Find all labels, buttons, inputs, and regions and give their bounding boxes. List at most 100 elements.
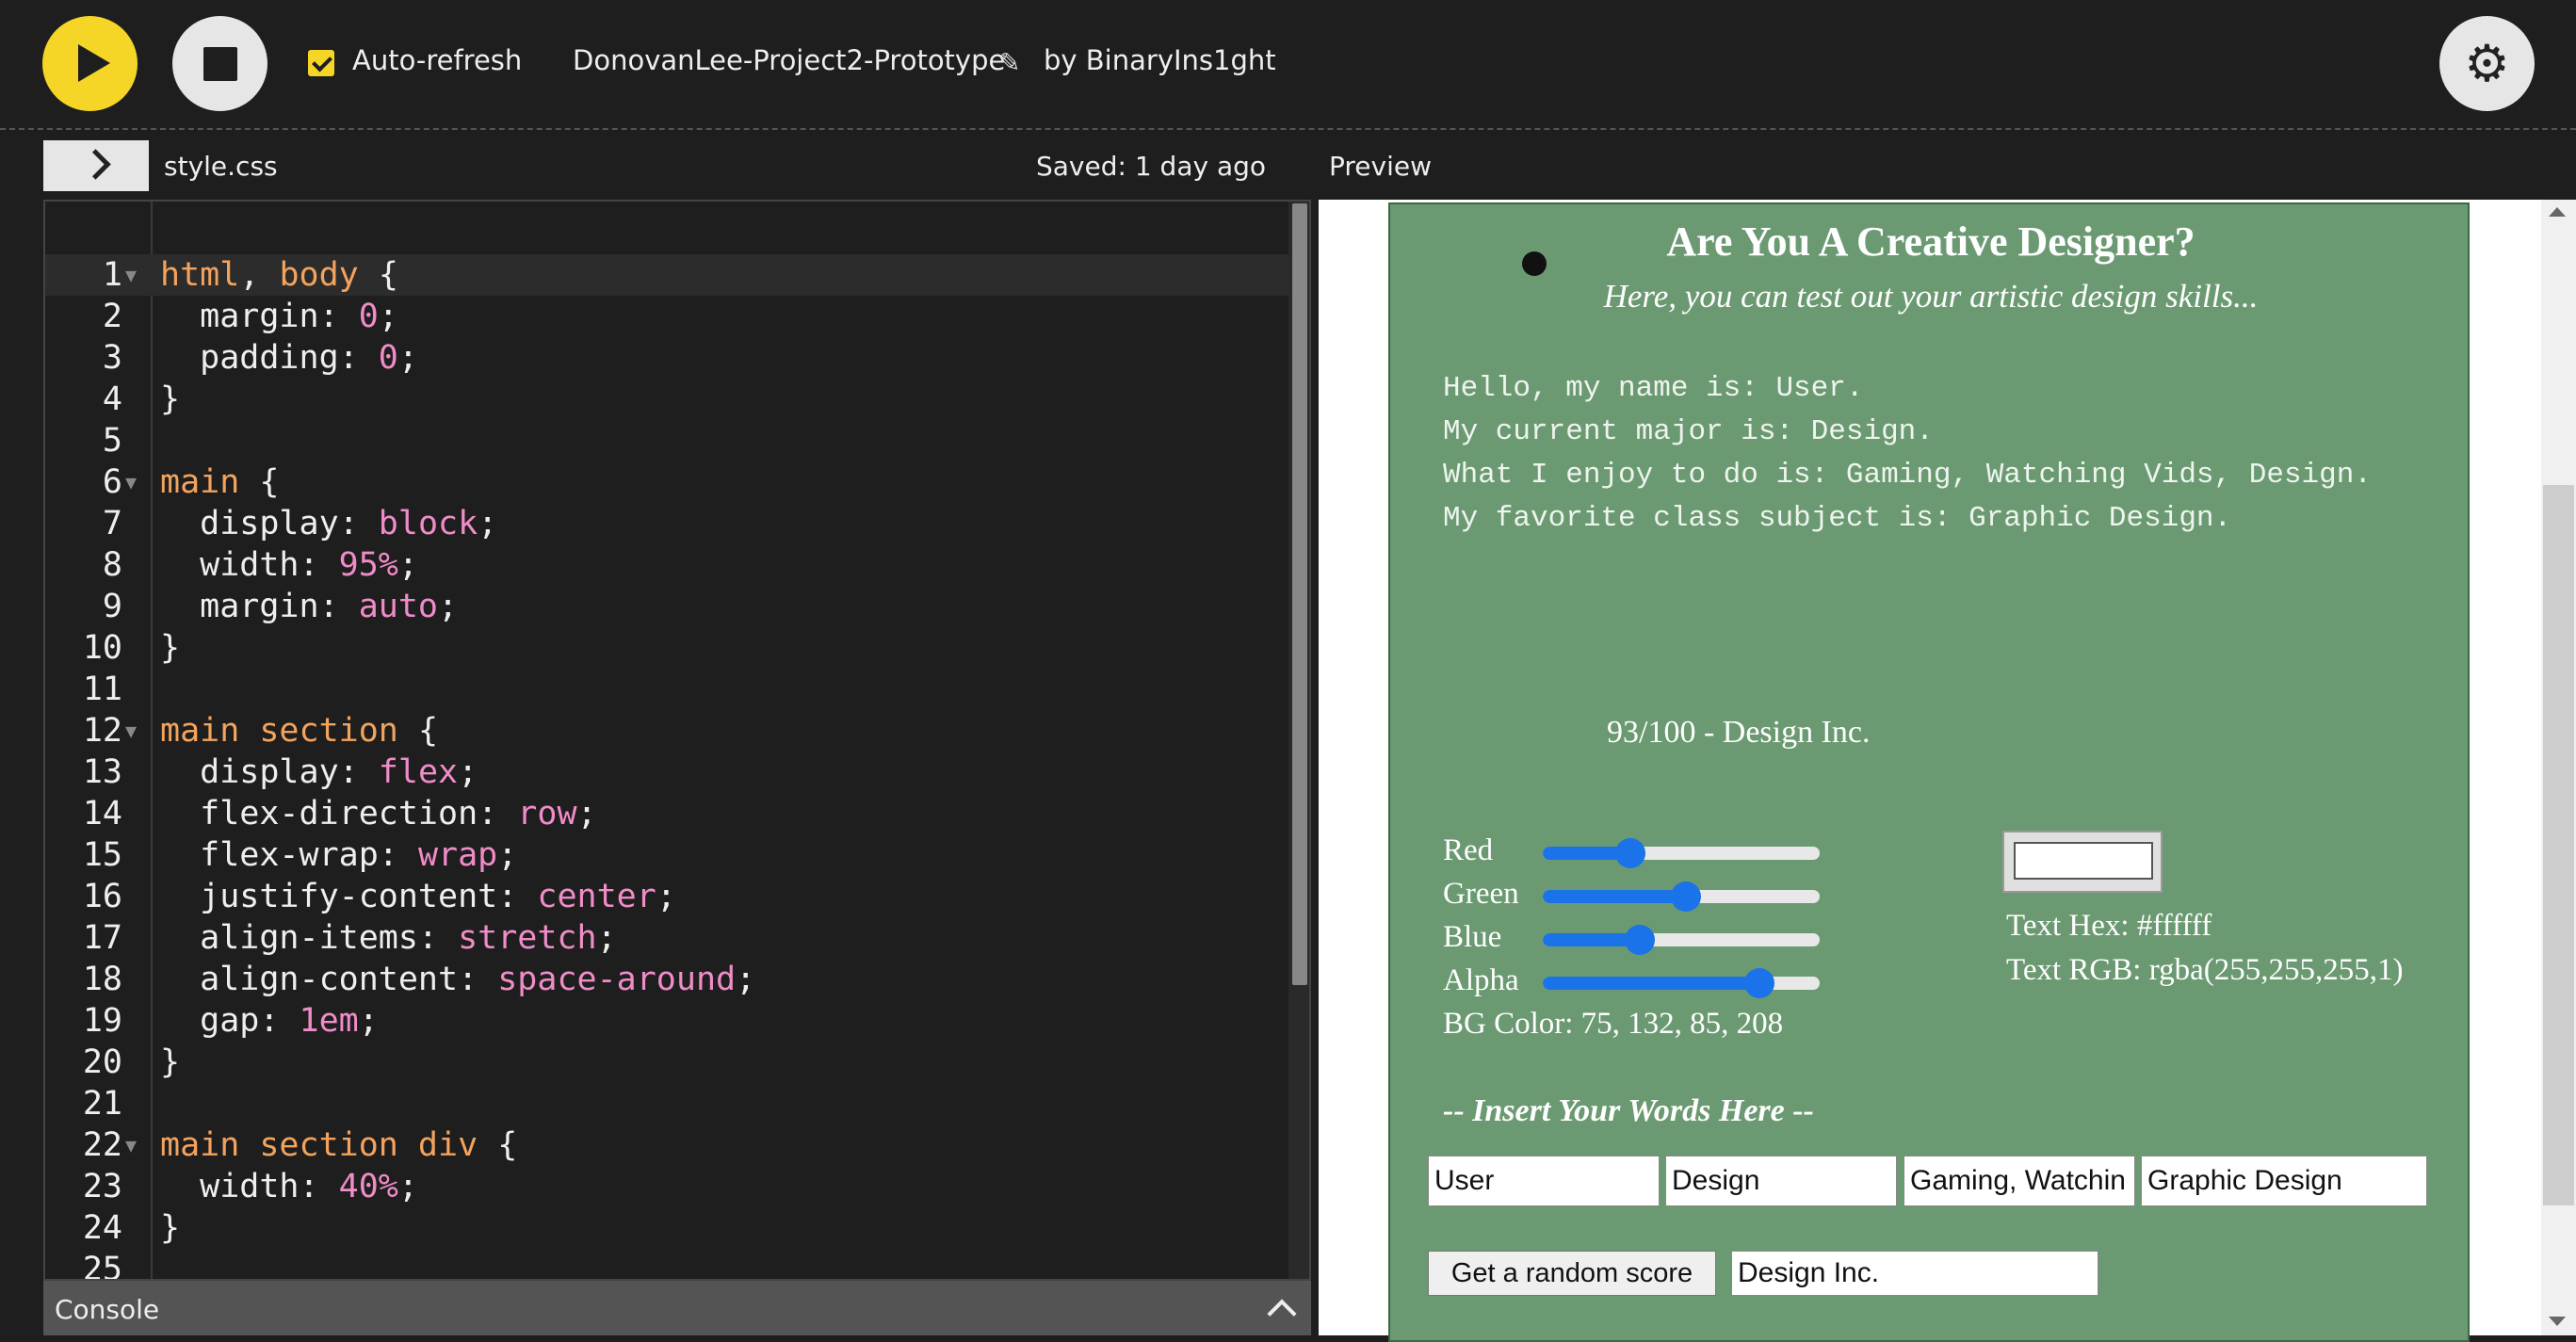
stop-button[interactable] (172, 16, 267, 111)
company-input[interactable]: Design Inc. (1731, 1251, 2098, 1296)
line-number: 11 (82, 671, 122, 708)
saved-status: Saved: 1 day ago (1036, 151, 1267, 182)
hobbies-input[interactable]: Gaming, Watchin (1904, 1156, 2135, 1206)
red-slider[interactable] (1543, 838, 1820, 868)
line-number: 8 (102, 546, 122, 584)
scroll-down-arrow-icon[interactable] (2549, 1317, 2566, 1326)
fold-arrow-icon[interactable]: ▼ (125, 710, 137, 752)
alpha-slider[interactable] (1543, 968, 1820, 998)
slider-knob[interactable] (1671, 881, 1701, 912)
line-number: 19 (82, 1002, 122, 1040)
name-input[interactable]: User (1428, 1156, 1660, 1206)
code-text: flex-direction: row; (160, 795, 597, 833)
console-bar[interactable]: Console (43, 1281, 1311, 1335)
code-editor[interactable]: 1 ▼ html, body {2 margin: 0; 3 padding: 0; 4… (43, 200, 1311, 1281)
line-number: 25 (82, 1251, 122, 1281)
code-text: margin: auto; (160, 588, 459, 625)
line-number: 4 (102, 380, 122, 418)
preview-label: Preview (1329, 151, 1432, 182)
line-number: 17 (82, 919, 122, 957)
code-text: padding: 0; (160, 339, 418, 377)
code-text: } (160, 380, 181, 418)
pencil-icon[interactable]: ✎ (998, 47, 1020, 78)
editor-scrollbar[interactable] (1288, 202, 1309, 1279)
code-text: justify-content: center; (160, 878, 676, 915)
line-number: 5 (102, 422, 122, 460)
text-color-picker[interactable] (2002, 831, 2163, 893)
intro-line: My favorite class subject is: Graphic De… (1443, 502, 2232, 535)
text-rgb-readout: Text RGB: rgba(255,255,255,1) (2006, 953, 2404, 987)
editor-scroll-thumb[interactable] (1292, 203, 1307, 985)
fold-arrow-icon[interactable]: ▼ (125, 461, 137, 503)
line-number: 7 (102, 505, 122, 542)
slider-knob[interactable] (1615, 838, 1645, 868)
code-text: main section { (160, 712, 439, 750)
green-slider[interactable] (1543, 881, 1820, 912)
slider-fill (1543, 977, 1759, 990)
line-number: 10 (82, 629, 122, 667)
slider-knob[interactable] (1744, 968, 1774, 998)
code-text: } (160, 629, 181, 667)
subject-input[interactable]: Graphic Design (2141, 1156, 2427, 1206)
line-number: 15 (82, 836, 122, 874)
preview-scroll-thumb[interactable] (2543, 485, 2574, 1205)
major-input[interactable]: Design (1665, 1156, 1897, 1206)
auto-refresh-label[interactable]: Auto-refresh (352, 44, 522, 76)
line-number: 6 (102, 463, 122, 501)
chevron-up-icon[interactable] (1267, 1299, 1297, 1329)
code-text: display: flex; (160, 753, 478, 791)
line-number: 12 (82, 712, 122, 750)
code-text: margin: 0; (160, 298, 398, 335)
auto-refresh-checkbox[interactable] (308, 50, 334, 76)
blue-slider[interactable] (1543, 925, 1820, 955)
line-number: 20 (82, 1043, 122, 1081)
line-number: 13 (82, 753, 122, 791)
code-text: display: block; (160, 505, 498, 542)
code-text: width: 95%; (160, 546, 418, 584)
code-text: html, body { (160, 256, 398, 294)
toggle-files-button[interactable] (43, 140, 149, 191)
settings-button[interactable]: ⚙ (2439, 16, 2535, 111)
line-number: 1 (102, 256, 122, 294)
preview-card: Are You A Creative Designer? Here, you c… (1388, 202, 2470, 1342)
line-number: 16 (82, 878, 122, 915)
line-number: 22 (82, 1126, 122, 1164)
console-label: Console (55, 1294, 160, 1325)
line-number: 3 (102, 339, 122, 377)
intro-line: What I enjoy to do is: Gaming, Watching … (1443, 459, 2372, 492)
line-number: 24 (82, 1209, 122, 1247)
line-number: 9 (102, 588, 122, 625)
intro-line: Hello, my name is: User. (1443, 372, 1864, 405)
code-text: } (160, 1043, 181, 1081)
gear-icon: ⚙ (2464, 34, 2510, 93)
run-button[interactable] (42, 16, 138, 111)
file-tab[interactable]: style.css (164, 151, 278, 182)
scroll-up-arrow-icon[interactable] (2549, 207, 2566, 217)
insert-words-label: -- Insert Your Words Here -- (1443, 1093, 1814, 1128)
code-text: } (160, 1209, 181, 1247)
code-text: gap: 1em; (160, 1002, 379, 1040)
code-text: align-content: space-around; (160, 961, 756, 998)
fold-arrow-icon[interactable]: ▼ (125, 254, 137, 296)
code-text: main { (160, 463, 280, 501)
code-text: main section div { (160, 1126, 518, 1164)
slider-fill (1543, 890, 1686, 903)
play-icon (78, 44, 110, 82)
score-text: 93/100 - Design Inc. (1607, 715, 1871, 750)
stop-icon (203, 47, 237, 81)
project-title: DonovanLee-Project2-Prototype (573, 44, 1006, 76)
intro-line: My current major is: Design. (1443, 415, 1934, 448)
slider-label-green: Green (1443, 877, 1519, 911)
checkmark-icon (312, 51, 332, 73)
color-swatch (2014, 842, 2153, 880)
fold-arrow-icon[interactable]: ▼ (125, 1124, 137, 1166)
slider-knob[interactable] (1625, 925, 1655, 955)
author-link[interactable]: by BinaryIns1ght (1044, 44, 1276, 76)
text-hex-readout: Text Hex: #ffffff (2006, 909, 2212, 943)
code-text: flex-wrap: wrap; (160, 836, 518, 874)
page-subtitle: Here, you can test out your artistic des… (1603, 278, 2259, 315)
chevron-right-icon (80, 149, 111, 180)
random-score-button[interactable]: Get a random score (1428, 1251, 1716, 1296)
line-number: 23 (82, 1168, 122, 1205)
code-text: width: 40%; (160, 1168, 418, 1205)
